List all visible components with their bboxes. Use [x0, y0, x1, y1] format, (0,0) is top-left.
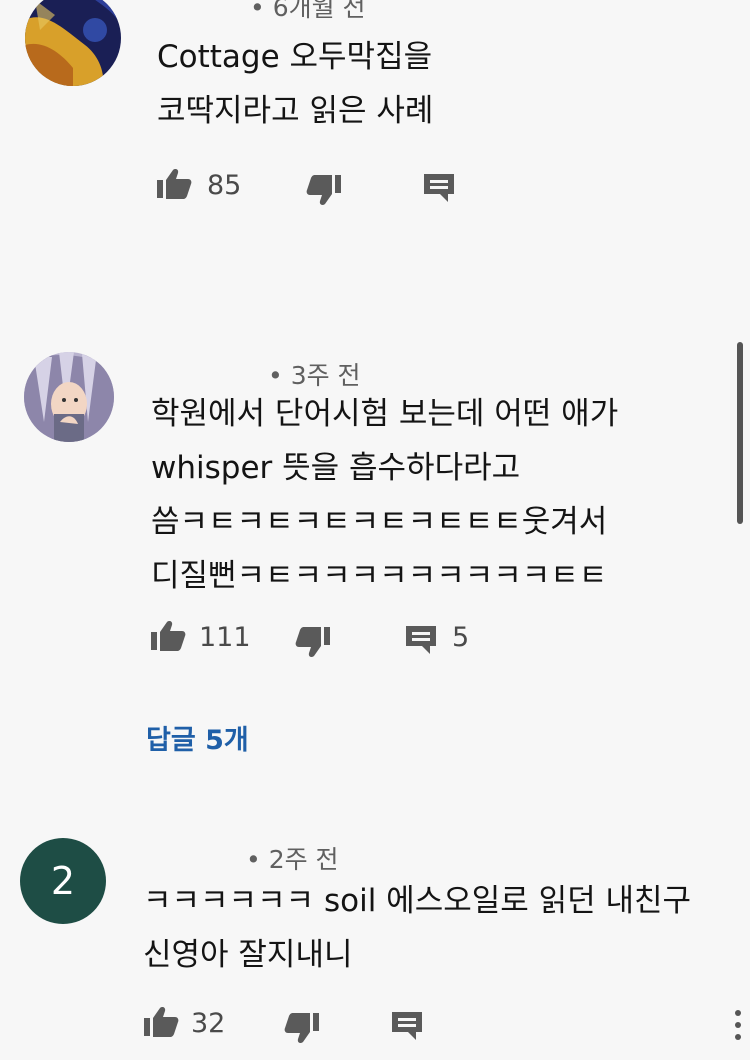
- comment-text-line: 코딱지라고 읽은 사례: [157, 93, 434, 129]
- comment-text-line: 신영아 잘지내니: [143, 937, 353, 973]
- avatar[interactable]: [24, 352, 114, 442]
- avatar[interactable]: 2: [20, 838, 106, 924]
- scrollbar[interactable]: [737, 342, 743, 524]
- reply-count: 5: [452, 622, 470, 653]
- comment-time: • 6개월 전: [250, 0, 366, 22]
- comment-text-line: ㅋㅋㅋㅋㅋㅋ soil 에스오일로 읽던 내친구: [143, 883, 692, 919]
- like-count: 111: [199, 622, 251, 653]
- thumbs-down-icon: [284, 1013, 319, 1043]
- like-button[interactable]: [156, 168, 192, 200]
- thumbs-up-icon: [157, 169, 192, 199]
- reply-comment-icon: [406, 626, 436, 654]
- avatar-letter: 2: [50, 859, 76, 903]
- comment-actions: 85: [0, 162, 750, 212]
- reply-comment-icon: [424, 174, 454, 202]
- comment-text: ㅋㅋㅋㅋㅋㅋ soil 에스오일로 읽던 내친구 신영아 잘지내니: [143, 874, 691, 982]
- comment-time: • 2주 전: [246, 845, 339, 874]
- thumbs-down-icon: [295, 627, 330, 657]
- like-button[interactable]: [150, 620, 186, 652]
- dislike-button[interactable]: [295, 626, 331, 658]
- like-button[interactable]: [143, 1006, 179, 1038]
- like-count: 32: [191, 1008, 226, 1039]
- reply-button[interactable]: [422, 172, 456, 204]
- avatar[interactable]: [25, 0, 121, 86]
- comment-text-line: whisper 뜻을 흡수하다라고: [151, 450, 521, 486]
- thumbs-up-icon: [144, 1007, 179, 1037]
- reply-button[interactable]: [404, 624, 438, 656]
- view-replies-link[interactable]: 답글 5개: [146, 718, 249, 757]
- dislike-button[interactable]: [284, 1012, 320, 1044]
- comment-text-line: 디질뻔ㅋㅌㅋㅋㅋㅋㅋㅋㅋㅋㅋㅌㅌ: [151, 558, 608, 594]
- comment-text: Cottage 오두막집을 코딱지라고 읽은 사례: [157, 30, 433, 138]
- comment-text: 학원에서 단어시험 보는데 어떤 애가 whisper 뜻을 흡수하다라고 씀ㅋ…: [151, 387, 618, 603]
- more-vertical-icon[interactable]: [726, 1002, 750, 1052]
- comment-actions: 32: [0, 1000, 750, 1050]
- like-count: 85: [207, 170, 242, 201]
- comment-text-line: 학원에서 단어시험 보는데 어떤 애가: [151, 396, 619, 432]
- reply-comment-icon: [392, 1012, 422, 1040]
- thumbs-down-icon: [306, 175, 341, 205]
- comment-actions: 111 5: [0, 614, 750, 664]
- comment-text-line: 씀ㅋㅌㅋㅌㅋㅌㅋㅌㅋㅌㅌㅌ웃겨서: [151, 504, 608, 540]
- comment-text-line: Cottage 오두막집을: [157, 39, 433, 75]
- reply-button[interactable]: [390, 1010, 424, 1042]
- dislike-button[interactable]: [306, 174, 342, 206]
- thumbs-up-icon: [151, 621, 186, 651]
